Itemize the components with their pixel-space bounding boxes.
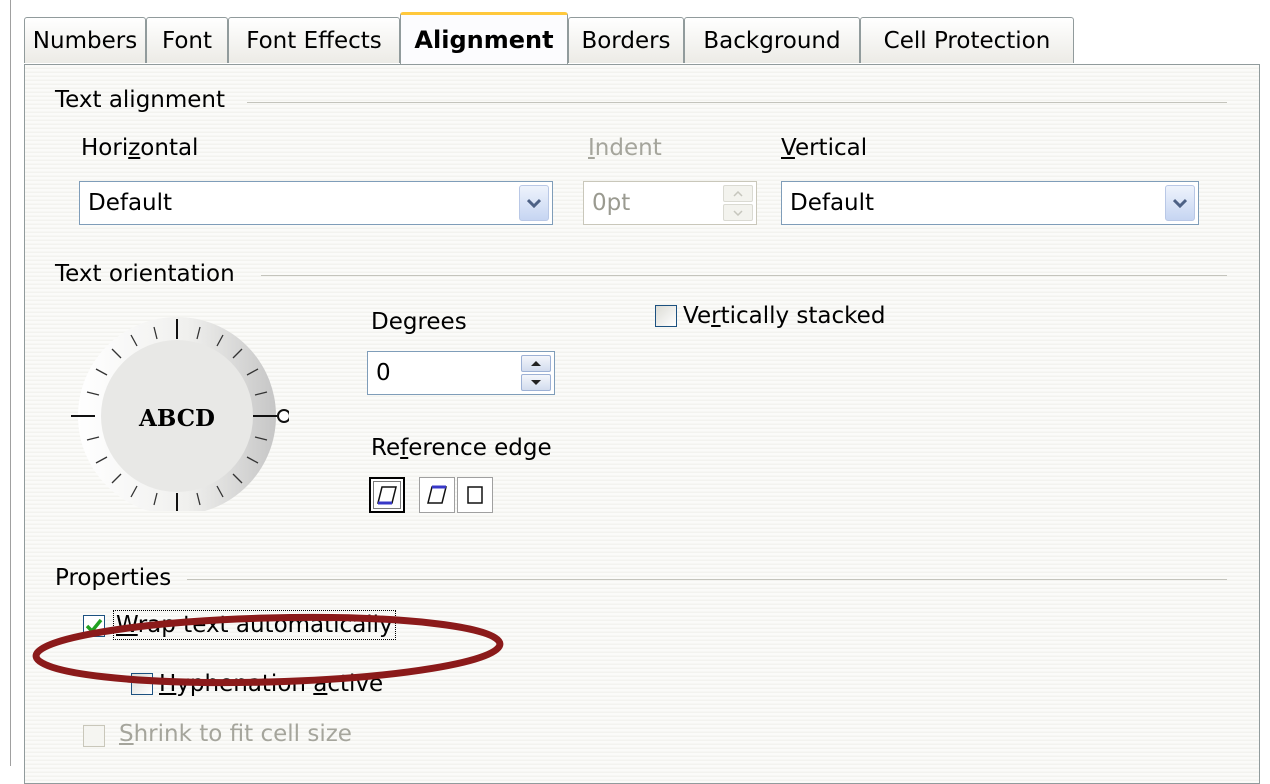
wrap-text-checkbox[interactable] — [83, 615, 105, 637]
tab-label: Alignment — [414, 25, 554, 54]
chevron-down-icon — [1173, 198, 1187, 208]
horizontal-dropdown[interactable]: Default — [79, 181, 553, 225]
dropdown-button[interactable] — [519, 185, 549, 221]
indent-spin-field: 0pt — [583, 181, 757, 225]
tab-label: Background — [703, 27, 841, 54]
indent-spinner — [723, 185, 753, 221]
vertical-dropdown[interactable]: Default — [781, 181, 1199, 225]
tab-font[interactable]: Font — [146, 17, 228, 63]
reference-edge-label: Reference edge — [371, 435, 552, 461]
tab-background[interactable]: Background — [684, 17, 860, 63]
chevron-down-icon — [527, 198, 541, 208]
hyphenation-label: Hyphenation active — [159, 671, 384, 697]
tab-label: Font — [161, 27, 213, 54]
vertical-label: Vertical — [781, 135, 868, 161]
reference-edge-top-button[interactable] — [419, 477, 455, 513]
vertically-stacked-checkbox[interactable] — [655, 305, 677, 327]
window-left-border — [10, 0, 11, 766]
tab-label: Numbers — [32, 27, 138, 54]
text-extension-top-icon — [427, 485, 447, 504]
reference-edge-inside-button[interactable] — [457, 477, 493, 513]
indent-value: 0pt — [592, 190, 631, 216]
tab-label: Borders — [581, 27, 671, 54]
spin-down-icon — [723, 204, 753, 221]
text-alignment-title: Text alignment — [55, 87, 226, 113]
dropdown-button[interactable] — [1165, 185, 1195, 221]
horizontal-value: Default — [88, 190, 173, 216]
vertically-stacked-label: Vertically stacked — [683, 303, 886, 329]
tab-alignment[interactable]: Alignment — [400, 12, 568, 64]
indent-label: Indent — [588, 135, 662, 161]
shrink-to-fit-checkbox — [83, 725, 105, 747]
tab-font-effects[interactable]: Font Effects — [228, 17, 400, 63]
spin-down-icon[interactable] — [521, 374, 551, 391]
degrees-label: Degrees — [371, 309, 467, 335]
tab-numbers[interactable]: Numbers — [24, 17, 146, 63]
spin-up-icon — [723, 185, 753, 202]
degrees-value: 0 — [376, 360, 391, 386]
tab-borders[interactable]: Borders — [568, 17, 684, 63]
alignment-panel: Text alignment Horizontal Default Indent… — [24, 64, 1260, 784]
tab-label: Font Effects — [246, 27, 382, 54]
reference-edge-bottom-button[interactable] — [369, 477, 405, 513]
text-extension-inside-icon — [467, 486, 483, 504]
shrink-to-fit-label: Shrink to fit cell size — [119, 721, 352, 747]
degrees-spinner[interactable] — [521, 355, 551, 391]
horizontal-label: Horizontal — [81, 135, 199, 161]
text-extension-bottom-icon — [377, 486, 397, 505]
tab-label: Cell Protection — [883, 27, 1051, 54]
spin-up-icon[interactable] — [521, 355, 551, 372]
section-divider — [247, 102, 1227, 103]
properties-title: Properties — [55, 565, 172, 591]
degrees-spin-field[interactable]: 0 — [367, 351, 555, 395]
wrap-text-label: Wrap text automatically — [113, 610, 396, 640]
section-divider — [187, 579, 1227, 580]
tab-cell-protection[interactable]: Cell Protection — [860, 17, 1074, 63]
hyphenation-checkbox[interactable] — [131, 673, 153, 695]
dial-sample-text: ABCD — [139, 405, 215, 432]
vertical-value: Default — [790, 190, 875, 216]
section-divider — [261, 275, 1227, 276]
text-orientation-title: Text orientation — [55, 261, 235, 287]
checkmark-icon — [85, 618, 103, 634]
